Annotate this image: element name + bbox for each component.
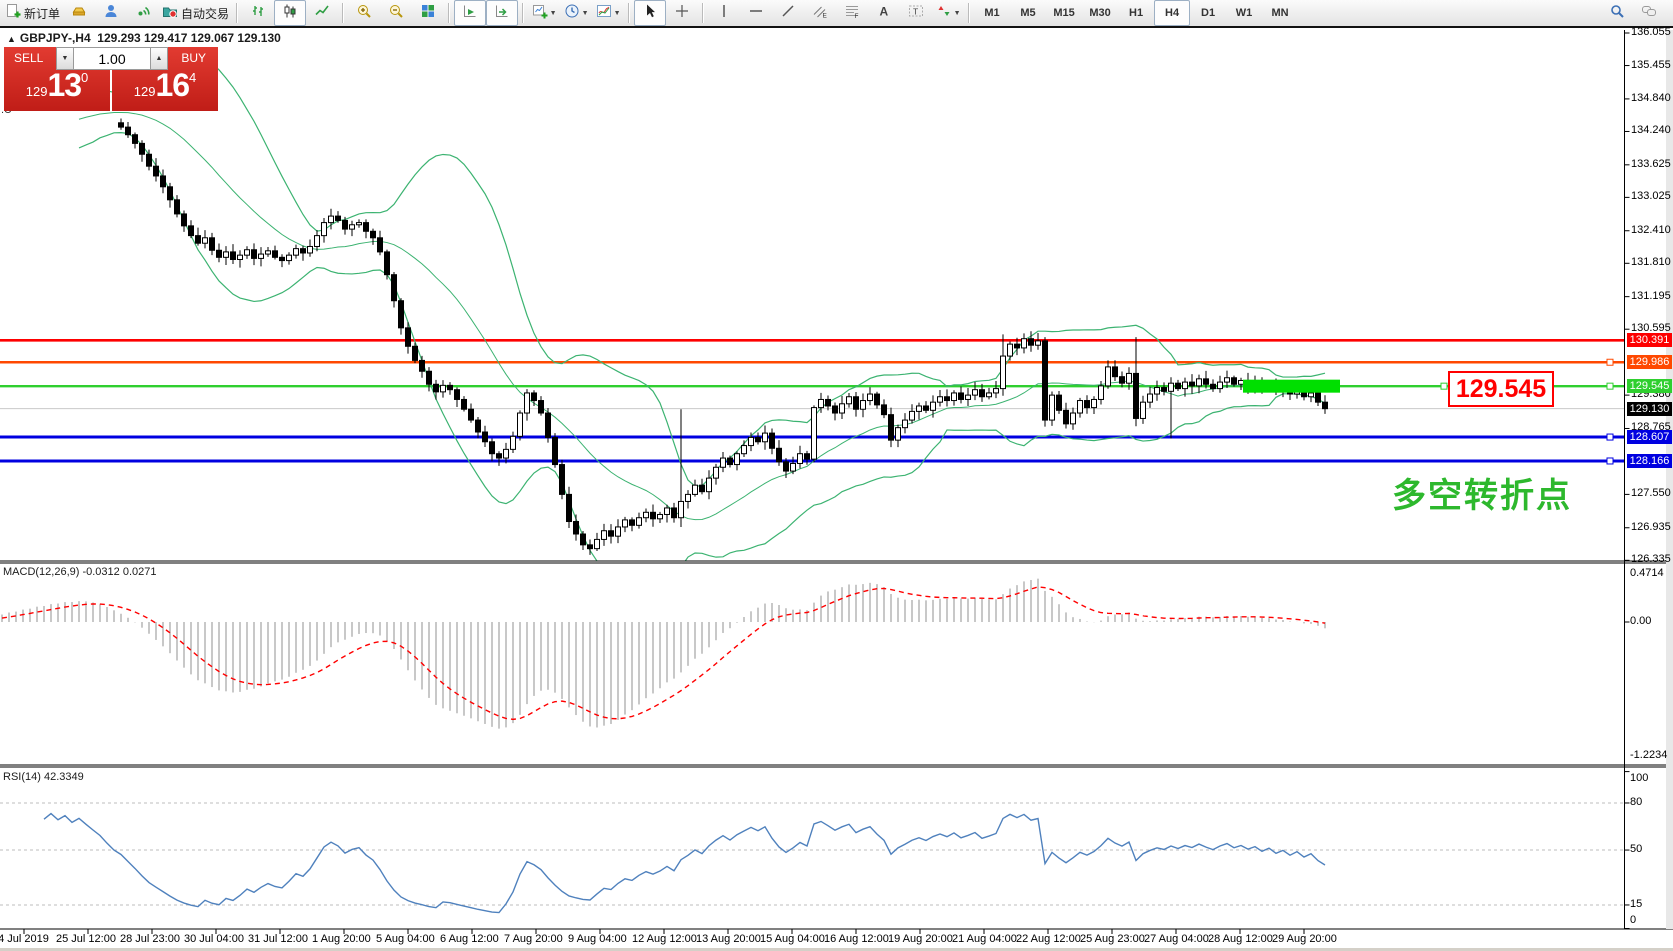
time-label: 25 Aug 23:00 <box>1080 933 1145 945</box>
price-tick-label: 127.550 <box>1631 487 1671 499</box>
volume-decrease-button[interactable]: ▼ <box>56 47 74 70</box>
time-label: 24 Jul 2019 <box>0 933 49 945</box>
turning-point-annotation[interactable]: 多空转折点 <box>1392 468 1572 517</box>
macd-axis-max: 0.4714 <box>1630 567 1664 579</box>
bollinger-lower-band <box>79 133 1325 598</box>
main-chart-pane[interactable] <box>0 56 1624 598</box>
one-click-trading-panel: SELL 129130 BUY 129164 ▼ ▲ <box>4 47 220 111</box>
volume-control: ▼ ▲ <box>56 47 168 70</box>
bollinger-middle-band <box>79 113 1325 520</box>
price-tick-label: 133.625 <box>1631 158 1671 170</box>
support-zone-rectangle[interactable] <box>1243 380 1340 393</box>
time-label: 7 Aug 20:00 <box>504 933 563 945</box>
price-badge-130.391: 130.391 <box>1627 333 1672 347</box>
time-label: 9 Aug 04:00 <box>568 933 627 945</box>
macd-axis-min: -1.2234 <box>1630 749 1667 761</box>
line-handle[interactable] <box>1441 383 1447 389</box>
macd-axis-zero: 0.00 <box>1630 615 1651 627</box>
price-tick-label: 132.410 <box>1631 224 1671 236</box>
time-label: 21 Aug 04:00 <box>952 933 1017 945</box>
time-label: 16 Aug 12:00 <box>824 933 889 945</box>
time-label: 5 Aug 04:00 <box>376 933 435 945</box>
macd-signal-line <box>2 587 1325 719</box>
time-label: 1 Aug 20:00 <box>312 933 371 945</box>
macd-label: MACD(12,26,9) -0.0312 0.0271 <box>3 566 156 578</box>
time-label: 30 Jul 04:00 <box>184 933 244 945</box>
rsi-axis-15: 15 <box>1630 898 1642 910</box>
price-badge-128.607: 128.607 <box>1627 430 1672 444</box>
symbol-header: ▲ GBPJPY-,H4 129.293 129.417 129.067 129.… <box>7 31 281 45</box>
line-handle[interactable] <box>1607 458 1613 464</box>
symbol-title: GBPJPY-,H4 <box>20 31 91 45</box>
line-handle[interactable] <box>1607 383 1613 389</box>
price-tick-label: 131.195 <box>1631 290 1671 302</box>
rsi-axis-50: 50 <box>1630 843 1642 855</box>
rsi-label: RSI(14) 42.3349 <box>3 771 84 783</box>
time-label: 28 Jul 23:00 <box>120 933 180 945</box>
price-badge-129.130: 129.130 <box>1627 402 1672 416</box>
rsi-line <box>44 814 1325 913</box>
price-annotation-box[interactable]: 129.545 <box>1448 371 1554 407</box>
time-label: 27 Aug 04:00 <box>1144 933 1209 945</box>
price-tick-label: 133.025 <box>1631 190 1671 202</box>
time-label: 25 Jul 12:00 <box>56 933 116 945</box>
price-tick-label: 134.840 <box>1631 92 1671 104</box>
volume-increase-button[interactable]: ▲ <box>150 47 168 70</box>
price-badge-129.545: 129.545 <box>1627 379 1672 393</box>
ohlc-values: 129.293 129.417 129.067 129.130 <box>97 31 281 45</box>
rsi-pane[interactable] <box>0 803 1624 913</box>
line-handle[interactable] <box>1607 359 1613 365</box>
price-tick-label: 136.055 <box>1631 26 1671 38</box>
price-tick-label: 134.240 <box>1631 124 1671 136</box>
volume-input[interactable] <box>74 47 150 70</box>
price-tick-label: 126.935 <box>1631 521 1671 533</box>
time-label: 15 Aug 04:00 <box>760 933 825 945</box>
collapse-panel-icon[interactable]: ▲ <box>7 34 16 44</box>
price-tick-label: 126.335 <box>1631 553 1671 565</box>
time-label: 22 Aug 12:00 <box>1016 933 1081 945</box>
rsi-axis-0: 0 <box>1630 914 1636 926</box>
price-tick-label: 135.455 <box>1631 59 1671 71</box>
time-label: 6 Aug 12:00 <box>440 933 499 945</box>
line-handle[interactable] <box>1607 434 1613 440</box>
time-label: 12 Aug 12:00 <box>632 933 697 945</box>
rsi-axis-100: 100 <box>1630 772 1648 784</box>
price-tick-label: 131.810 <box>1631 256 1671 268</box>
time-label: 19 Aug 20:00 <box>888 933 953 945</box>
rsi-axis-80: 80 <box>1630 796 1642 808</box>
time-label: 29 Aug 20:00 <box>1272 933 1337 945</box>
time-label: 13 Aug 20:00 <box>696 933 761 945</box>
time-label: 31 Jul 12:00 <box>248 933 308 945</box>
mt4-window: 新订单自动交易▼▼▼EFAT▼M1M5M15M30H1H4D1W1MN ▲GBP… <box>0 0 1673 951</box>
candles <box>119 118 1328 554</box>
price-badge-129.986: 129.986 <box>1627 355 1672 369</box>
bollinger-upper-band <box>79 56 1325 486</box>
price-badge-128.166: 128.166 <box>1627 454 1672 468</box>
macd-pane[interactable] <box>2 579 1325 729</box>
time-label: 28 Aug 12:00 <box>1208 933 1273 945</box>
